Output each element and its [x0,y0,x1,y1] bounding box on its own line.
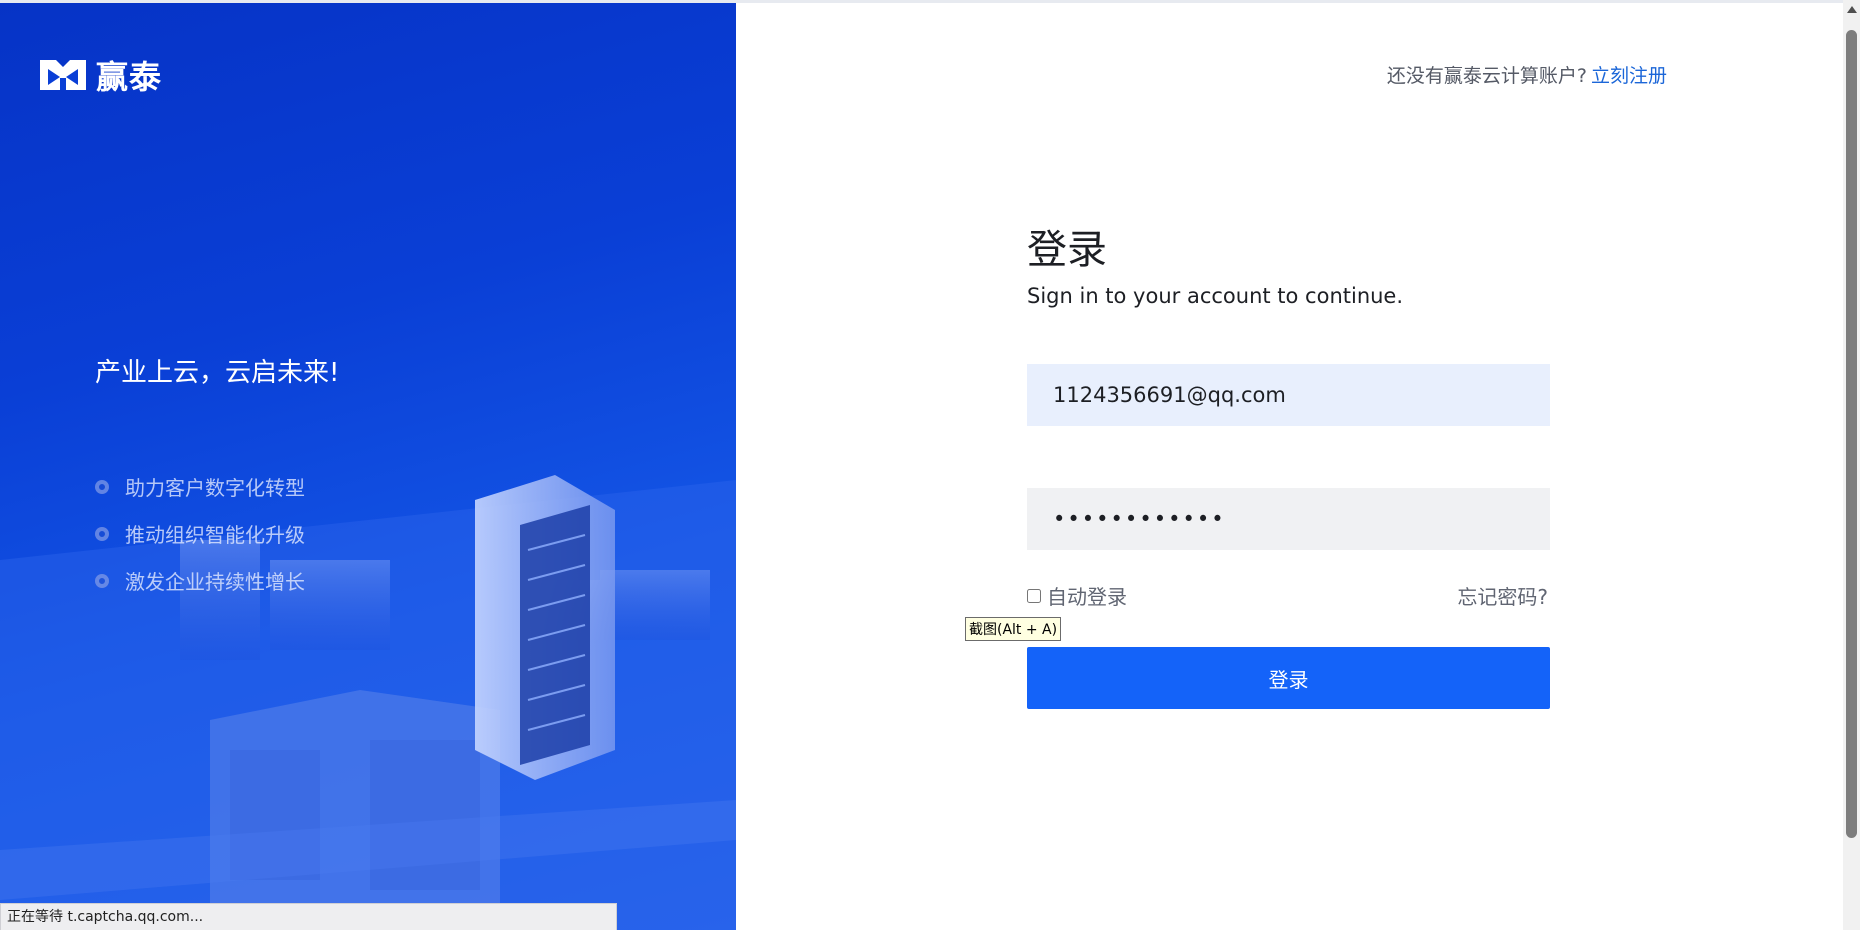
hero-panel: 赢泰 产业上云，云启未来! 助力客户数字化转型 推动组织智能化升级 激发企业持续… [0,0,736,930]
top-strip [0,0,736,3]
email-field[interactable] [1027,364,1550,426]
login-page: 赢泰 产业上云，云启未来! 助力客户数字化转型 推动组织智能化升级 激发企业持续… [0,0,1860,930]
password-field[interactable] [1027,488,1550,550]
bullet-icon [95,573,109,588]
feature-item: 激发企业持续性增长 [95,557,305,604]
bullet-icon [95,526,109,541]
brand-logo[interactable]: 赢泰 [38,52,162,98]
register-prompt-line: 还没有赢泰云计算账户? 立刻注册 [1387,61,1667,88]
register-link[interactable]: 立刻注册 [1591,65,1667,87]
brand-name: 赢泰 [96,58,163,96]
login-button[interactable]: 登录 [1027,647,1550,709]
bullet-icon [95,479,109,494]
feature-label: 激发企业持续性增长 [125,570,305,594]
scroll-thumb[interactable] [1846,30,1857,838]
auto-login-label: 自动登录 [1047,585,1127,609]
screenshot-tooltip: 截图(Alt + A) [965,617,1062,641]
browser-status-bar: 正在等待 t.captcha.qq.com... [0,903,617,930]
page-title: 登录 [1027,227,1107,273]
scroll-up-arrow-icon[interactable] [1847,6,1857,13]
vertical-scrollbar[interactable] [1843,0,1860,930]
feature-item: 助力客户数字化转型 [95,463,305,510]
login-panel: 还没有赢泰云计算账户? 立刻注册 登录 Sign in to your accou… [736,0,1843,930]
feature-item: 推动组织智能化升级 [95,510,305,557]
forgot-password-link[interactable]: 忘记密码? [1457,581,1548,610]
feature-list: 助力客户数字化转型 推动组织智能化升级 激发企业持续性增长 [95,463,305,604]
feature-label: 推动组织智能化升级 [125,523,305,547]
feature-label: 助力客户数字化转型 [125,476,305,500]
hero-slogan: 产业上云，云启未来! [95,358,340,388]
register-prompt: 还没有赢泰云计算账户? [1386,65,1587,87]
page-subtitle: Sign in to your account to continue. [1027,284,1404,308]
yingtai-logo-icon [40,60,86,90]
auto-login-option[interactable]: 自动登录 [1027,581,1127,610]
auto-login-checkbox[interactable] [1027,588,1041,603]
